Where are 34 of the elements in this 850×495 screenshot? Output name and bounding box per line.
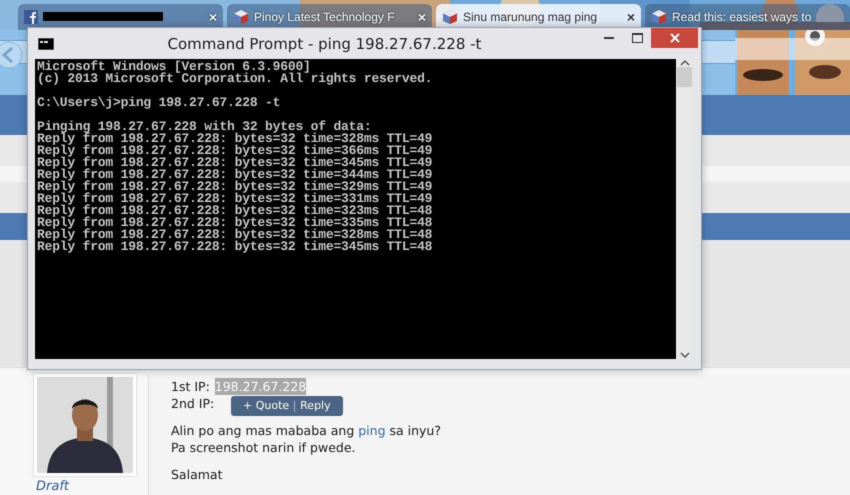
console-line: Pinging 198.27.67.228 with 32 bytes of data: bbox=[37, 121, 372, 133]
console-icon bbox=[38, 38, 54, 50]
console-line: C:\Users\j>ping 198.27.67.228 -t bbox=[37, 97, 282, 109]
ping-link[interactable]: ping bbox=[358, 423, 386, 438]
scrollbar[interactable] bbox=[676, 59, 693, 359]
console-line: Reply from 198.27.67.228: bytes=32 time=344ms TTL=49 bbox=[37, 169, 434, 181]
author-name[interactable]: Draft bbox=[34, 479, 136, 494]
console-line: Reply from 198.27.67.228: bytes=32 time=328ms TTL=48 bbox=[37, 229, 434, 241]
quote-link[interactable]: + Quote bbox=[238, 399, 294, 413]
console-line: Reply from 198.27.67.228: bytes=32 time=328ms TTL=49 bbox=[37, 133, 434, 145]
post-text: Salamat bbox=[171, 466, 224, 483]
close-button[interactable] bbox=[651, 28, 698, 48]
console-line: Microsoft Windows [Version 6.3.9600] bbox=[37, 61, 312, 73]
maximize-icon bbox=[632, 33, 642, 43]
console-line: (c) 2013 Microsoft Corporation. All rights reserved. bbox=[37, 73, 434, 85]
console-line: Reply from 198.27.67.228: bytes=32 time=335ms TTL=48 bbox=[37, 217, 434, 229]
console-line: Reply from 198.27.67.228: bytes=32 time=366ms TTL=49 bbox=[37, 145, 434, 157]
reply-link[interactable]: Reply bbox=[295, 399, 336, 413]
console-line: Reply from 198.27.67.228: bytes=32 time=331ms TTL=49 bbox=[37, 193, 434, 205]
console-line: Reply from 198.27.67.228: bytes=32 time=345ms TTL=48 bbox=[37, 241, 434, 253]
post-text: Alin po ang mas mababa ang ping sa inyu? bbox=[171, 422, 442, 439]
ip-label: 1st IP: bbox=[171, 378, 210, 395]
console-line: Reply from 198.27.67.228: bytes=32 time=329ms TTL=49 bbox=[37, 181, 434, 193]
ip-address: 198.27.67.228 bbox=[214, 378, 306, 395]
minimize-icon bbox=[604, 37, 614, 39]
scrollbar-thumb[interactable] bbox=[677, 67, 692, 87]
console-line: Reply from 198.27.67.228: bytes=32 time=323ms TTL=48 bbox=[37, 205, 434, 217]
scroll-down-icon[interactable] bbox=[680, 351, 690, 359]
post-text: Pa screenshot narin if pwede. bbox=[171, 439, 357, 456]
scroll-up-icon[interactable] bbox=[680, 59, 690, 67]
console-line: Reply from 198.27.67.228: bytes=32 time=345ms TTL=49 bbox=[37, 157, 434, 169]
ip-label: 2nd IP: bbox=[171, 395, 214, 412]
window-title: Command Prompt - ping 198.27.67.228 -t bbox=[166, 34, 482, 52]
close-icon bbox=[670, 33, 680, 43]
